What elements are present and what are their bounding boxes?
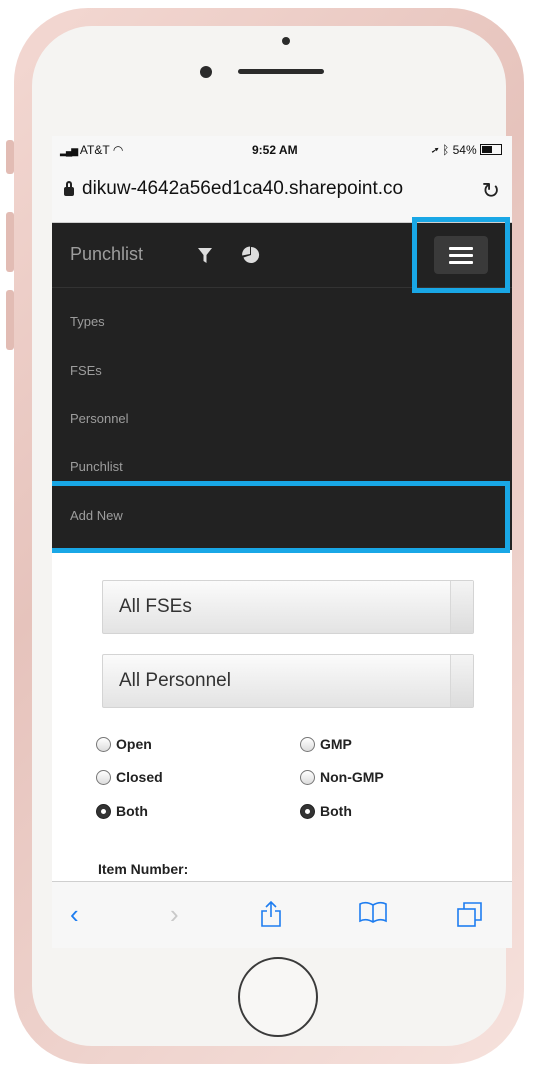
radio-open-label: Open — [116, 736, 152, 752]
address-bar[interactable]: dikuw-4642a56ed1ca40.sharepoint.co ↻ — [52, 164, 512, 223]
radio-gmp-both[interactable]: Both — [300, 803, 352, 819]
radio-open[interactable]: Open — [96, 736, 152, 752]
radio-gmp-both-label: Both — [320, 803, 352, 819]
volume-down-button — [6, 290, 14, 350]
reload-icon[interactable]: ↻ — [482, 178, 500, 204]
status-right-group: ➚ ᛒ 54% — [432, 143, 502, 157]
radio-closed-label: Closed — [116, 769, 163, 785]
location-icon: ➚ — [431, 143, 439, 157]
menu-item-personnel[interactable]: Personnel — [70, 411, 129, 426]
bluetooth-icon: ᛒ — [442, 143, 450, 157]
radio-non-gmp[interactable]: Non-GMP — [300, 769, 384, 785]
item-number-label: Item Number: — [98, 861, 189, 877]
radio-button-icon[interactable] — [96, 770, 111, 785]
fse-select[interactable]: All FSEs — [102, 580, 474, 634]
status-bar: ▂▄▆ AT&T ◠ 9:52 AM ➚ ᛒ 54% — [52, 136, 512, 164]
bookmarks-icon[interactable] — [358, 900, 388, 929]
share-icon[interactable] — [260, 900, 282, 933]
radio-status-both-label: Both — [116, 803, 148, 819]
dropdown-arrow-icon — [450, 581, 473, 633]
proximity-sensor — [200, 66, 212, 78]
radio-button-icon[interactable] — [300, 770, 315, 785]
radio-status-both[interactable]: Both — [96, 803, 148, 819]
front-camera — [282, 37, 290, 45]
menu-item-types[interactable]: Types — [70, 314, 105, 329]
personnel-select-value: All Personnel — [119, 670, 231, 691]
radio-gmp[interactable]: GMP — [300, 736, 352, 752]
tabs-icon[interactable] — [456, 900, 484, 933]
radio-button-checked-icon[interactable] — [300, 804, 315, 819]
battery-label: 54% — [452, 143, 477, 157]
brand-title[interactable]: Punchlist — [70, 244, 143, 265]
carrier-label: AT&T — [79, 143, 110, 157]
dropdown-arrow-icon — [450, 655, 473, 707]
phone-screen: ▂▄▆ AT&T ◠ 9:52 AM ➚ ᛒ 54% dikuw-4642a56… — [52, 136, 512, 948]
fse-select-value: All FSEs — [119, 596, 192, 617]
radio-button-checked-icon[interactable] — [96, 804, 111, 819]
pie-chart-icon[interactable] — [242, 246, 260, 269]
earpiece-speaker — [238, 69, 324, 74]
clock: 9:52 AM — [252, 143, 298, 157]
volume-up-button — [6, 212, 14, 272]
back-icon[interactable]: ‹ — [70, 900, 79, 928]
add-new-highlight-box — [52, 481, 510, 553]
url-text[interactable]: dikuw-4642a56ed1ca40.sharepoint.co — [82, 178, 472, 200]
safari-toolbar: ‹ › — [52, 881, 512, 948]
radio-non-gmp-label: Non-GMP — [320, 769, 384, 785]
battery-icon — [480, 144, 502, 155]
home-button[interactable] — [238, 957, 318, 1037]
wifi-icon: ◠ — [112, 143, 124, 157]
signal-icon: ▂▄▆ — [60, 146, 78, 156]
menu-item-punchlist[interactable]: Punchlist — [70, 459, 123, 474]
mute-switch — [6, 140, 14, 174]
filter-icon[interactable] — [198, 248, 212, 269]
radio-closed[interactable]: Closed — [96, 769, 163, 785]
radio-button-icon[interactable] — [300, 737, 315, 752]
forward-icon[interactable]: › — [170, 900, 179, 928]
menu-item-fses[interactable]: FSEs — [70, 363, 102, 378]
radio-gmp-label: GMP — [320, 736, 352, 752]
radio-button-icon[interactable] — [96, 737, 111, 752]
carrier-group: ▂▄▆ AT&T ◠ — [60, 143, 123, 157]
lock-icon — [64, 181, 74, 196]
hamburger-highlight-box — [412, 217, 510, 293]
personnel-select[interactable]: All Personnel — [102, 654, 474, 708]
